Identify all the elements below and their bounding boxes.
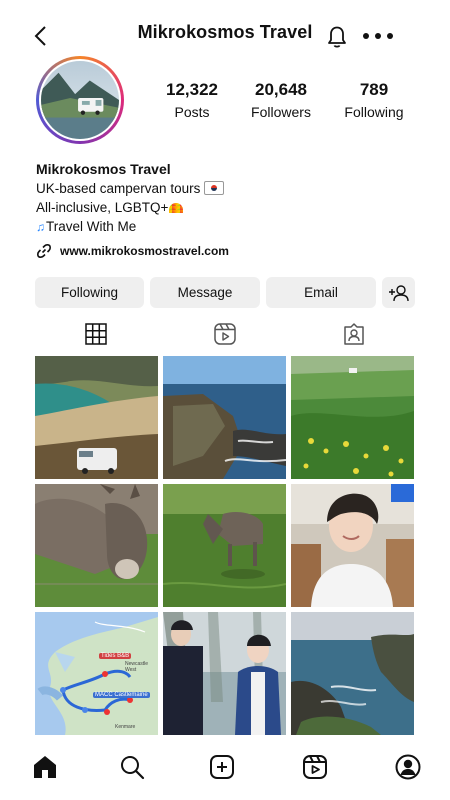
map-route-photo[interactable]: Tides B&B MACC Castlemaine Newcastle Wes… <box>35 612 158 735</box>
campervan-avatar-image <box>41 61 119 139</box>
following-button[interactable]: Following <box>35 277 144 308</box>
posts-stat[interactable]: 12,322 Posts <box>158 80 226 120</box>
link-icon <box>37 244 51 258</box>
search-icon[interactable] <box>119 754 145 780</box>
following-stat[interactable]: 789 Following <box>340 80 408 120</box>
email-button[interactable]: Email <box>266 277 376 308</box>
add-user-button[interactable] <box>382 277 415 308</box>
following-label: Following <box>344 104 404 120</box>
bio-line-2: All-inclusive, LGBTQ+ <box>36 198 416 217</box>
create-icon[interactable] <box>209 754 235 780</box>
map-image <box>35 612 158 735</box>
bio-line-1: UK-based campervan tours <box>36 179 416 198</box>
followers-label: Followers <box>251 104 311 120</box>
bio-line-3: ♫Travel With Me <box>36 217 416 237</box>
donkey-closeup-photo[interactable] <box>35 484 158 607</box>
man-smiling-photo[interactable] <box>291 484 414 607</box>
map-label-macc: MACC Castlemaine <box>93 692 150 698</box>
donkey-in-field-photo[interactable] <box>163 484 286 607</box>
avatar[interactable] <box>36 56 124 144</box>
reels-icon[interactable] <box>214 323 236 345</box>
two-people-photo[interactable] <box>163 612 286 735</box>
rocky-coastline-photo[interactable] <box>163 356 286 479</box>
bio-text-3: Travel With Me <box>46 219 137 234</box>
map-label-tides: Tides B&B <box>99 653 132 659</box>
bio-text-1: UK-based campervan tours <box>36 181 201 196</box>
posts-label: Posts <box>174 104 210 120</box>
map-label-newcastle: Newcastle West <box>125 661 149 673</box>
home-icon[interactable] <box>32 754 58 780</box>
message-button[interactable]: Message <box>150 277 260 308</box>
rainbow-icon <box>169 203 184 213</box>
korea-flag-icon <box>204 181 225 195</box>
followers-stat[interactable]: 20,648 Followers <box>244 80 318 120</box>
posts-count: 12,322 <box>166 80 218 99</box>
reels-nav-icon[interactable] <box>302 754 328 780</box>
bottom-nav <box>0 740 450 800</box>
map-label-kenmare: Kenmare <box>115 724 136 730</box>
grid-icon[interactable] <box>85 323 107 345</box>
bio-text-2: All-inclusive, LGBTQ+ <box>36 200 169 215</box>
campervan-on-beach-photo[interactable] <box>35 356 158 479</box>
website-url: www.mikrokosmostravel.com <box>60 244 229 258</box>
profile-icon[interactable] <box>395 754 421 780</box>
more-icon[interactable] <box>362 29 394 43</box>
green-hillside-flowers-photo[interactable] <box>291 356 414 479</box>
followers-count: 20,648 <box>255 80 307 99</box>
profile-bio: Mikrokosmos Travel UK-based campervan to… <box>36 160 416 237</box>
bell-icon[interactable] <box>325 24 349 50</box>
add-user-icon <box>388 284 409 301</box>
tagged-icon[interactable] <box>343 323 365 345</box>
website-link[interactable]: www.mikrokosmostravel.com <box>36 243 229 259</box>
following-count: 789 <box>359 80 389 99</box>
profile-name: Mikrokosmos Travel <box>36 161 171 177</box>
music-note-icon: ♫ <box>36 220 45 234</box>
coast-cliffs-photo[interactable] <box>291 612 414 735</box>
